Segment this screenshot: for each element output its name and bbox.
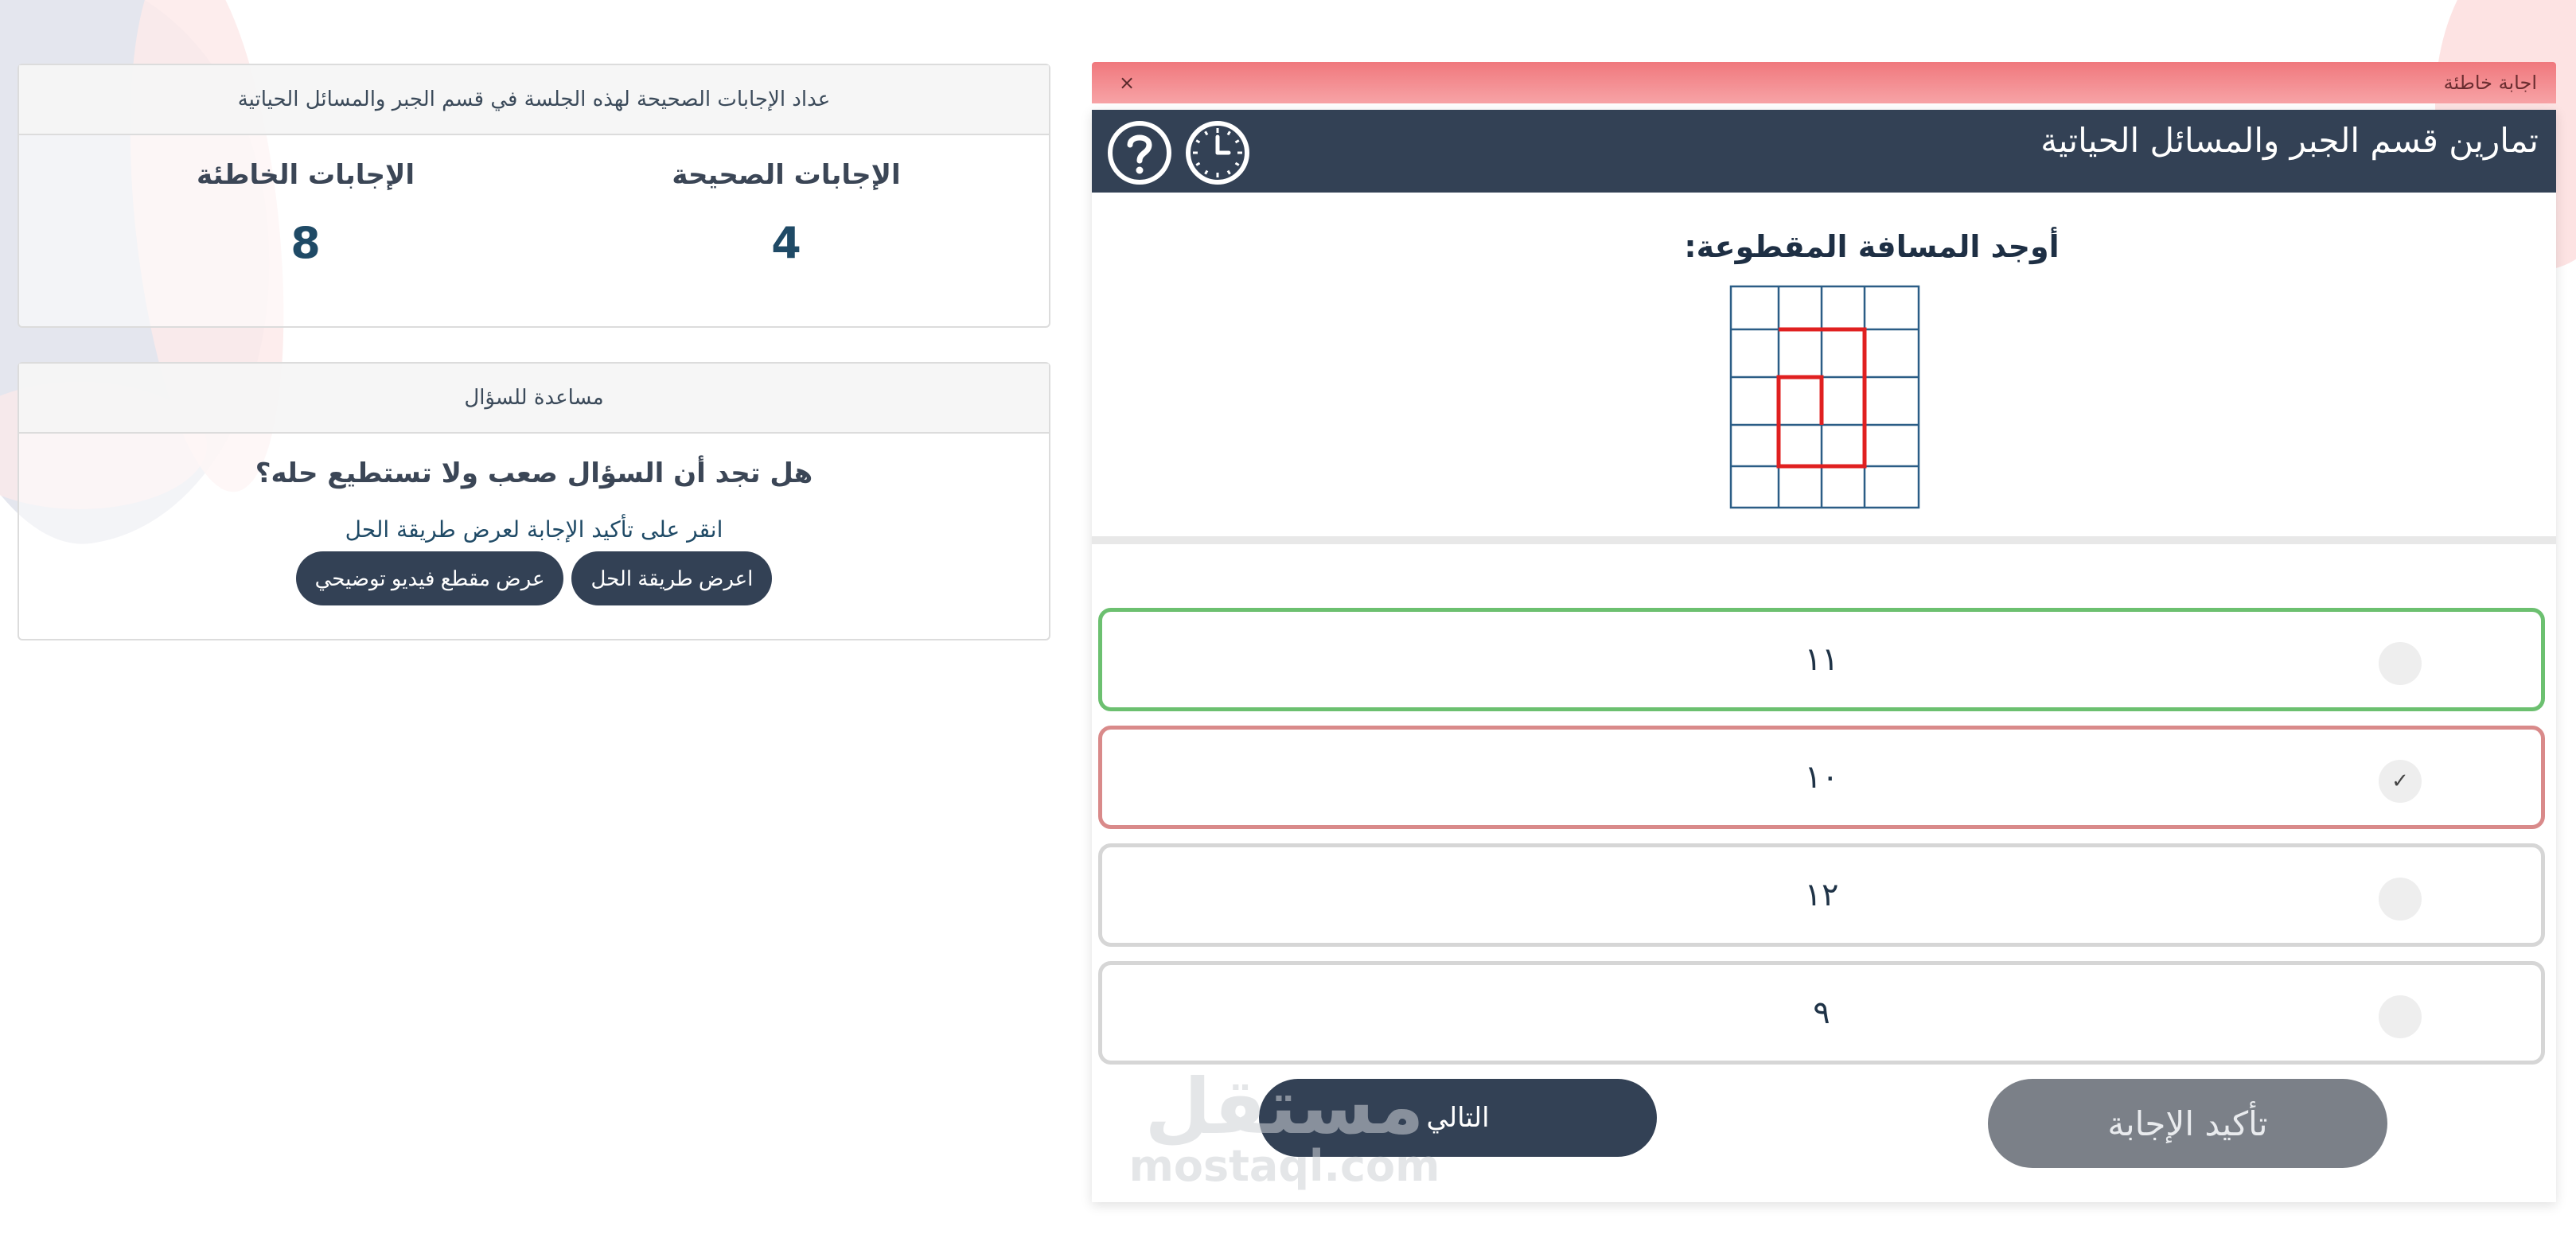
correct-answers-label: الإجابات الصحيحة — [672, 159, 901, 191]
question-text: أوجد المسافة المقطوعة: — [1684, 229, 2060, 264]
wrong-answer-alert: × اجابة خاطئة — [1092, 62, 2556, 103]
answer-option[interactable]: ١٢ — [1098, 843, 2545, 947]
quiz-header: تمارين قسم الجبر والمسائل الحياتية — [1092, 110, 2556, 193]
answer-option-label: ١٠ — [1804, 759, 1839, 796]
mostaql-watermark-logo: مستقل mostaql.com — [1125, 1053, 1467, 1197]
question-circle-icon[interactable] — [1106, 119, 1173, 186]
radio-circle-icon[interactable] — [2379, 642, 2422, 685]
quiz-card: تمارين قسم الجبر والمسائل الحياتية أوجد … — [1092, 110, 2556, 1202]
stats-panel-header: عداد الإجابات الصحيحة لهذه الجلسة في قسم… — [19, 65, 1049, 135]
quiz-title: تمارين قسم الجبر والمسائل الحياتية — [2040, 121, 2539, 160]
answer-option-selected-wrong[interactable]: ١٠ ✓ — [1098, 726, 2545, 829]
answer-option[interactable]: ٩ — [1098, 961, 2545, 1065]
stats-panel: عداد الإجابات الصحيحة لهذه الجلسة في قسم… — [18, 64, 1050, 328]
show-solution-button[interactable]: اعرض طريقة الحل — [571, 551, 773, 605]
help-question: هل تجد أن السؤال صعب ولا تستطيع حله؟ — [255, 457, 813, 489]
alert-text: اجابة خاطئة — [2443, 72, 2537, 94]
wrong-answers-count: 8 — [290, 218, 321, 268]
radio-circle-icon[interactable] — [2379, 995, 2422, 1038]
svg-text:مستقل: مستقل — [1144, 1062, 1424, 1151]
show-video-button[interactable]: عرض مقطع فيديو توضيحي — [295, 551, 564, 605]
radio-circle-icon[interactable] — [2379, 878, 2422, 921]
divider — [1092, 536, 2556, 544]
close-icon[interactable]: × — [1119, 72, 1135, 94]
help-buttons: اعرض طريقة الحل عرض مقطع فيديو توضيحي — [19, 551, 1049, 605]
correct-answers-stat: الإجابات الصحيحة 4 — [587, 159, 985, 268]
clock-icon[interactable] — [1184, 119, 1251, 186]
stats-body: الإجابات الصحيحة 4 الإجابات الخاطئة 8 — [19, 135, 1049, 326]
checkmark-icon[interactable]: ✓ — [2379, 760, 2422, 803]
wrong-answers-stat: الإجابات الخاطئة 8 — [107, 159, 505, 268]
answer-option-label: ١٢ — [1804, 877, 1839, 913]
svg-text:mostaql.com: mostaql.com — [1129, 1141, 1440, 1191]
help-panel: مساعدة للسؤال هل تجد أن السؤال صعب ولا ت… — [18, 362, 1050, 640]
confirm-answer-button[interactable]: تأكيد الإجابة — [1988, 1079, 2387, 1168]
help-panel-header: مساعدة للسؤال — [19, 364, 1049, 434]
help-body: هل تجد أن السؤال صعب ولا تستطيع حله؟ انق… — [19, 434, 1049, 639]
correct-answers-count: 4 — [771, 218, 801, 268]
distance-grid-figure — [1729, 285, 1920, 512]
answer-option-label: ١١ — [1804, 641, 1839, 678]
answer-option-correct[interactable]: ١١ — [1098, 608, 2545, 711]
wrong-answers-label: الإجابات الخاطئة — [197, 159, 415, 191]
answer-option-label: ٩ — [1813, 995, 1830, 1031]
help-hint: انقر على تأكيد الإجابة لعرض طريقة الحل — [345, 516, 723, 543]
